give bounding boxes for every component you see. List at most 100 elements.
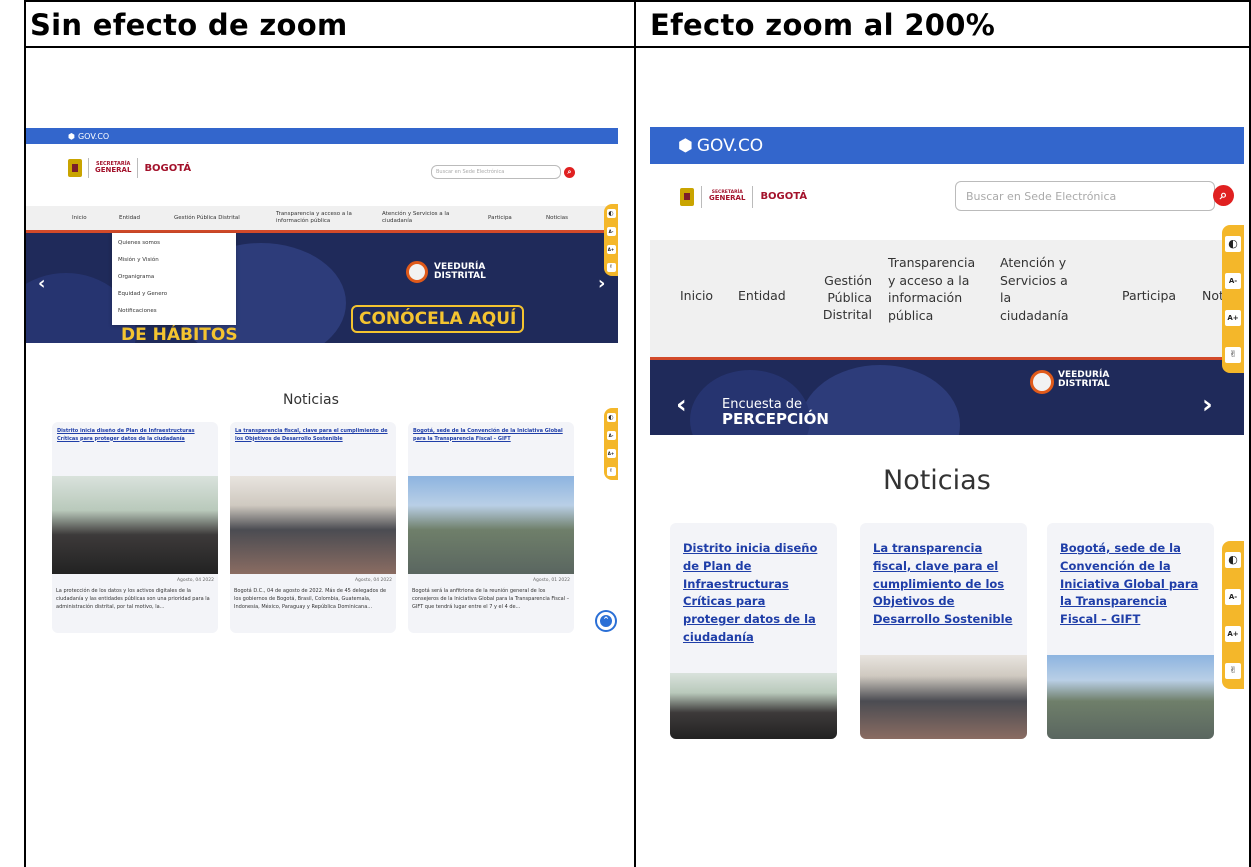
contrast-icon[interactable]: ◐ bbox=[1225, 235, 1241, 252]
news-card-title[interactable]: La transparencia fiscal, clave para el c… bbox=[860, 523, 1027, 646]
gov-logo-icon[interactable]: ⬢ bbox=[68, 132, 75, 141]
nav-inicio[interactable]: Inicio bbox=[680, 288, 713, 303]
news-card-image bbox=[670, 673, 837, 739]
decrease-font-button[interactable]: A- bbox=[606, 226, 616, 236]
veeduria-name: VEEDURÍA DISTRITAL bbox=[434, 262, 486, 282]
decrease-font-button[interactable]: A- bbox=[1225, 272, 1241, 289]
veeduria-name: VEEDURÍA DISTRITAL bbox=[1058, 370, 1110, 390]
news-card-image bbox=[860, 655, 1027, 739]
bogota-shield-icon bbox=[68, 159, 82, 177]
increase-font-button[interactable]: A+ bbox=[606, 448, 616, 458]
search-icon: ⌕ bbox=[1219, 188, 1228, 203]
nav-transparencia[interactable]: Transparencia y acceso a la información … bbox=[888, 254, 983, 324]
main-nav: Inicio Entidad Gestión Pública Distrital… bbox=[26, 206, 618, 233]
increase-font-button[interactable]: A+ bbox=[1225, 625, 1241, 642]
increase-font-button[interactable]: A+ bbox=[606, 244, 616, 254]
dropdown-item[interactable]: Notificaciones bbox=[118, 308, 230, 325]
news-card-title[interactable]: Bogotá, sede de la Convención de la Inic… bbox=[408, 422, 574, 449]
hero-banner: VEEDURÍA DISTRITAL Encuesta de PERCEPCIÓ… bbox=[650, 360, 1244, 435]
nav-gestion[interactable]: Gestión Pública Distrital bbox=[812, 273, 872, 324]
news-card-date: Agosto, 04 2022 bbox=[354, 578, 392, 583]
nav-participa[interactable]: Participa bbox=[488, 215, 512, 221]
accessibility-bar: ◐ A- A+ ✌ bbox=[604, 204, 618, 276]
news-card-title[interactable]: Bogotá, sede de la Convención de la Inic… bbox=[1047, 523, 1214, 646]
accessibility-bar: ◐ A- A+ ✌ bbox=[1222, 225, 1244, 373]
news-card[interactable]: Bogotá, sede de la Convención de la Inic… bbox=[408, 422, 574, 633]
news-card[interactable]: La transparencia fiscal, clave para el c… bbox=[230, 422, 396, 633]
screenshot-zoom-200: ⬢ GOV.CO SECRETARÍA GENERAL BOGOTÁ Buscar… bbox=[650, 127, 1244, 435]
bogota-logo: BOGOTÁ bbox=[144, 162, 192, 174]
left-column-title: Sin efecto de zoom bbox=[30, 8, 348, 42]
news-card[interactable]: Distrito inicia diseño de Plan de Infrae… bbox=[52, 422, 218, 633]
news-card-desc: Bogotá D.C., 04 de agosto de 2022. Más d… bbox=[234, 588, 387, 610]
news-card-desc: Bogotá será la anfitriona de la reunión … bbox=[412, 588, 570, 610]
column-divider bbox=[634, 2, 636, 867]
news-card-title[interactable]: Distrito inicia diseño de Plan de Infrae… bbox=[52, 422, 218, 449]
search-button[interactable]: ⌕ bbox=[1213, 185, 1234, 206]
dropdown-item[interactable]: Quienes somos bbox=[118, 240, 230, 257]
sign-language-icon[interactable]: ✌ bbox=[606, 466, 616, 476]
banner-next-button[interactable]: › bbox=[598, 273, 605, 294]
nav-entidad[interactable]: Entidad bbox=[738, 288, 786, 303]
bogota-logo: BOGOTÁ bbox=[760, 191, 808, 202]
sign-language-icon[interactable]: ✌ bbox=[1225, 662, 1241, 679]
increase-font-button[interactable]: A+ bbox=[1225, 309, 1241, 326]
nav-noticias[interactable]: Noticias bbox=[546, 215, 568, 221]
news-card-date: Agosto, 04 2022 bbox=[176, 578, 214, 583]
nav-participa[interactable]: Participa bbox=[1122, 288, 1176, 303]
contrast-icon[interactable]: ◐ bbox=[606, 412, 616, 422]
news-card[interactable]: La transparencia fiscal, clave para el c… bbox=[860, 523, 1027, 739]
sign-language-icon[interactable]: ✌ bbox=[1225, 346, 1241, 363]
noticias-title: Noticias bbox=[283, 392, 339, 408]
accessibility-bar-2: ◐ A- A+ ✌ bbox=[1222, 541, 1244, 689]
logos[interactable]: SECRETARÍA GENERAL BOGOTÁ bbox=[680, 185, 808, 208]
contrast-icon[interactable]: ◐ bbox=[1225, 551, 1241, 568]
news-card-image bbox=[52, 476, 218, 574]
sign-language-icon[interactable]: ✌ bbox=[606, 262, 616, 272]
banner-next-button[interactable]: › bbox=[1202, 390, 1213, 420]
decrease-font-button[interactable]: A- bbox=[1225, 588, 1241, 605]
encuesta-text: Encuesta de PERCEPCIÓN bbox=[722, 397, 829, 428]
banner-prev-button[interactable]: ‹ bbox=[38, 273, 45, 294]
news-card-image bbox=[1047, 655, 1214, 739]
gov-label[interactable]: GOV.CO bbox=[78, 132, 109, 141]
nav-atencion[interactable]: Atención y Servicios a la ciudadanía bbox=[1000, 254, 1082, 324]
nav-transparencia[interactable]: Transparencia y acceso a la información … bbox=[276, 211, 356, 225]
news-card-title[interactable]: Distrito inicia diseño de Plan de Infrae… bbox=[670, 523, 837, 664]
gov-label[interactable]: GOV.CO bbox=[697, 136, 763, 156]
dropdown-item[interactable]: Misión y Visión bbox=[118, 257, 230, 274]
bogota-shield-icon bbox=[680, 187, 694, 206]
news-card-desc: La protección de los datos y los activos… bbox=[56, 588, 210, 610]
search-button[interactable]: ⌕ bbox=[564, 167, 575, 178]
nav-inicio[interactable]: Inicio bbox=[72, 215, 87, 221]
general-label: GENERAL bbox=[95, 166, 132, 174]
conocela-cta[interactable]: CONÓCELA AQUÍ bbox=[351, 305, 525, 333]
dropdown-item[interactable]: Equidad y Genero bbox=[118, 291, 230, 308]
decrease-font-button[interactable]: A- bbox=[606, 430, 616, 440]
general-label: GENERAL bbox=[709, 194, 746, 203]
news-card[interactable]: Bogotá, sede de la Convención de la Inic… bbox=[1047, 523, 1214, 739]
habitos-text: DE HÁBITOS bbox=[121, 325, 238, 343]
nav-gestion[interactable]: Gestión Pública Distrital bbox=[174, 215, 240, 221]
search-input[interactable]: Buscar en Sede Electrónica bbox=[955, 181, 1215, 211]
nav-atencion[interactable]: Atención y Servicios a la ciudadanía bbox=[382, 211, 454, 225]
dropdown-item[interactable]: Organigrama bbox=[118, 274, 230, 291]
main-nav: Inicio Entidad Gestión Pública Distrital… bbox=[650, 240, 1244, 360]
search-input[interactable]: Buscar en Sede Electrónica bbox=[431, 165, 561, 179]
gov-bar: ⬢ GOV.CO bbox=[650, 127, 1244, 164]
banner-prev-button[interactable]: ‹ bbox=[676, 390, 687, 420]
nav-entidad[interactable]: Entidad bbox=[119, 215, 140, 221]
logos[interactable]: SECRETARÍA GENERAL BOGOTÁ bbox=[68, 158, 191, 178]
news-card-title[interactable]: La transparencia fiscal, clave para el c… bbox=[230, 422, 396, 449]
noticias-title: Noticias bbox=[883, 465, 991, 496]
news-card[interactable]: Distrito inicia diseño de Plan de Infrae… bbox=[670, 523, 837, 739]
accessibility-bar-2: ◐ A- A+ ✌ bbox=[604, 408, 618, 480]
contrast-icon[interactable]: ◐ bbox=[606, 208, 616, 218]
right-column-title: Efecto zoom al 200% bbox=[650, 8, 996, 42]
veeduria-logo-icon bbox=[406, 261, 428, 283]
comparison-table: Sin efecto de zoom Efecto zoom al 200% ⬢… bbox=[24, 0, 1251, 867]
gov-logo-icon[interactable]: ⬢ bbox=[678, 136, 693, 156]
site-header: SECRETARÍA GENERAL BOGOTÁ Buscar en Sede … bbox=[650, 164, 1244, 229]
screenshot-no-zoom: ⬢ GOV.CO SECRETARÍA GENERAL BOGOTÁ Buscar… bbox=[26, 128, 618, 633]
scroll-top-button[interactable]: ⌃ bbox=[597, 612, 615, 630]
